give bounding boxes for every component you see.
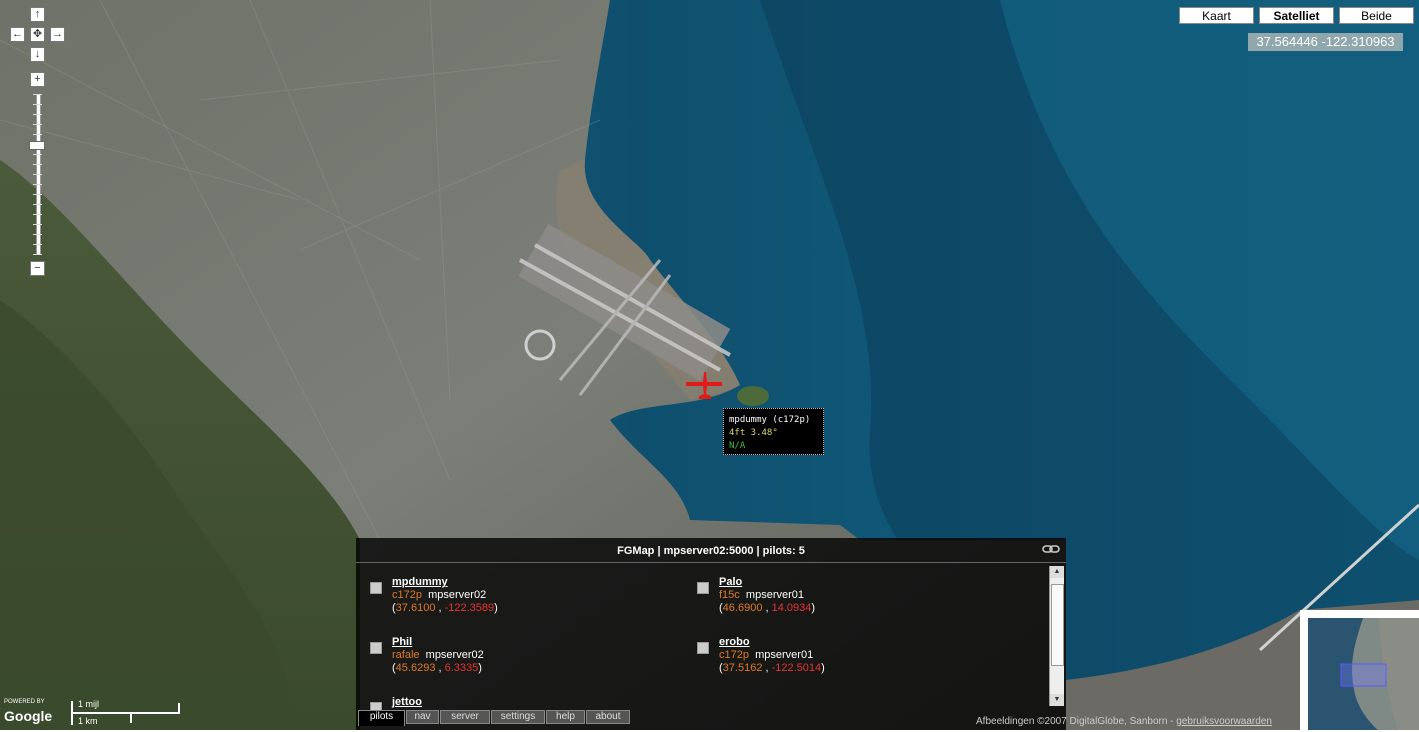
zoom-tick (33, 174, 42, 175)
pilot-list: mpdummy c172p mpserver02 (37.6100 , -122… (356, 564, 1046, 714)
tab-about[interactable]: about (586, 710, 630, 724)
pilot-lat: 46.6900 (722, 602, 763, 614)
pilot-aircraft: c172p (392, 589, 422, 601)
pilot-name-link[interactable]: Phil (392, 636, 412, 648)
scale-bar: 1 mijl 1 km (71, 699, 181, 727)
pilot-lat: 37.6100 (395, 602, 436, 614)
zoom-tick (33, 164, 42, 165)
zoom-tick (33, 214, 42, 215)
zoom-tick (33, 234, 42, 235)
terms-link[interactable]: gebruiksvoorwaarden (1176, 716, 1272, 727)
pilot-name-link[interactable]: erobo (719, 636, 750, 648)
pilot-list-scrollbar[interactable]: ▲ ▼ (1049, 566, 1064, 706)
zoom-tick (33, 94, 42, 95)
pan-center-icon[interactable]: ✥ (30, 27, 45, 42)
map-type-kaart-button[interactable]: Kaart (1179, 7, 1254, 24)
tooltip-status: N/A (729, 441, 746, 451)
zoom-slider-thumb[interactable] (29, 141, 45, 150)
pilot-server: mpserver02 (425, 649, 484, 661)
cursor-coordinates: 37.564446 -122.310963 (1248, 33, 1403, 51)
zoom-out-icon[interactable]: − (30, 261, 45, 276)
tooltip-callsign: mpdummy (c172p) (729, 415, 811, 425)
pilot-lon: -122.3589 (444, 602, 495, 614)
tab-server[interactable]: server (440, 710, 490, 724)
tab-settings[interactable]: settings (491, 710, 545, 724)
scroll-thumb[interactable] (1051, 584, 1064, 666)
zoom-tick (33, 204, 42, 205)
google-logo[interactable]: Google (4, 708, 52, 724)
map-copyright: Afbeeldingen ©2007 DigitalGlobe, Sanborn… (976, 716, 1272, 727)
scale-km-label: 1 km (78, 716, 98, 726)
pan-up-icon[interactable]: ↑ (30, 7, 45, 22)
pan-left-icon[interactable]: ← (10, 27, 25, 42)
scale-miles-label: 1 mijl (78, 699, 100, 709)
powered-by-label: POWERED BY (4, 699, 45, 705)
zoom-tick (33, 124, 42, 125)
pilot-checkbox[interactable] (697, 582, 709, 594)
tab-pilots[interactable]: pilots (358, 710, 405, 726)
pilot-lon: 6.3335 (444, 662, 479, 674)
pilot-checkbox[interactable] (370, 582, 382, 594)
pan-down-icon[interactable]: ↓ (30, 47, 45, 62)
pan-right-icon[interactable]: → (50, 27, 65, 42)
zoom-tick (33, 194, 42, 195)
tooltip-altitude-heading: 4ft 3.48° (729, 428, 778, 438)
scroll-up-icon[interactable]: ▲ (1050, 566, 1064, 578)
pilot-lon: 14.0934 (771, 602, 812, 614)
copyright-text: Afbeeldingen ©2007 DigitalGlobe, Sanborn… (976, 716, 1177, 727)
zoom-tick (33, 184, 42, 185)
panel-tabs: pilots nav server settings help about (356, 710, 1066, 726)
zoom-tick (33, 104, 42, 105)
pilot-server: mpserver01 (755, 649, 814, 661)
panel-title: FGMap | mpserver02:5000 | pilots: 5 (356, 538, 1066, 563)
map-type-beide-button[interactable]: Beide (1339, 7, 1414, 24)
map-type-satelliet-button[interactable]: Satelliet (1259, 7, 1334, 24)
pilot-aircraft: c172p (719, 649, 749, 661)
pilot-name-link[interactable]: Palo (719, 576, 742, 588)
zoom-tick (33, 244, 42, 245)
pilot-lat: 37.5162 (722, 662, 763, 674)
tab-nav[interactable]: nav (406, 710, 439, 724)
zoom-tick (33, 254, 42, 255)
link-icon[interactable] (1042, 543, 1060, 555)
pilot-server: mpserver02 (428, 589, 487, 601)
zoom-in-icon[interactable]: + (30, 72, 45, 87)
pilot-lon: -122.5014 (771, 662, 822, 674)
pilot-name-link[interactable]: jettoo (392, 696, 422, 708)
pilot-checkbox[interactable] (697, 642, 709, 654)
overview-imagery (1308, 618, 1419, 730)
scroll-down-icon[interactable]: ▼ (1050, 694, 1064, 706)
aircraft-tooltip: mpdummy (c172p) 4ft 3.48° N/A (723, 408, 824, 455)
zoom-tick (33, 224, 42, 225)
airplane-icon[interactable] (684, 370, 724, 402)
tab-help[interactable]: help (546, 710, 585, 724)
zoom-tick (33, 134, 42, 135)
overview-map[interactable] (1300, 610, 1419, 730)
pilot-server: mpserver01 (745, 589, 804, 601)
zoom-tick (33, 154, 42, 155)
pilot-lat: 45.6293 (395, 662, 436, 674)
fgmap-panel: FGMap | mpserver02:5000 | pilots: 5 mpdu… (356, 538, 1066, 730)
pilot-aircraft: f15c (719, 589, 740, 601)
zoom-slider[interactable] (33, 94, 42, 255)
pilot-name-link[interactable]: mpdummy (392, 576, 448, 588)
pilot-aircraft: rafale (392, 649, 420, 661)
zoom-tick (33, 114, 42, 115)
pilot-checkbox[interactable] (370, 642, 382, 654)
